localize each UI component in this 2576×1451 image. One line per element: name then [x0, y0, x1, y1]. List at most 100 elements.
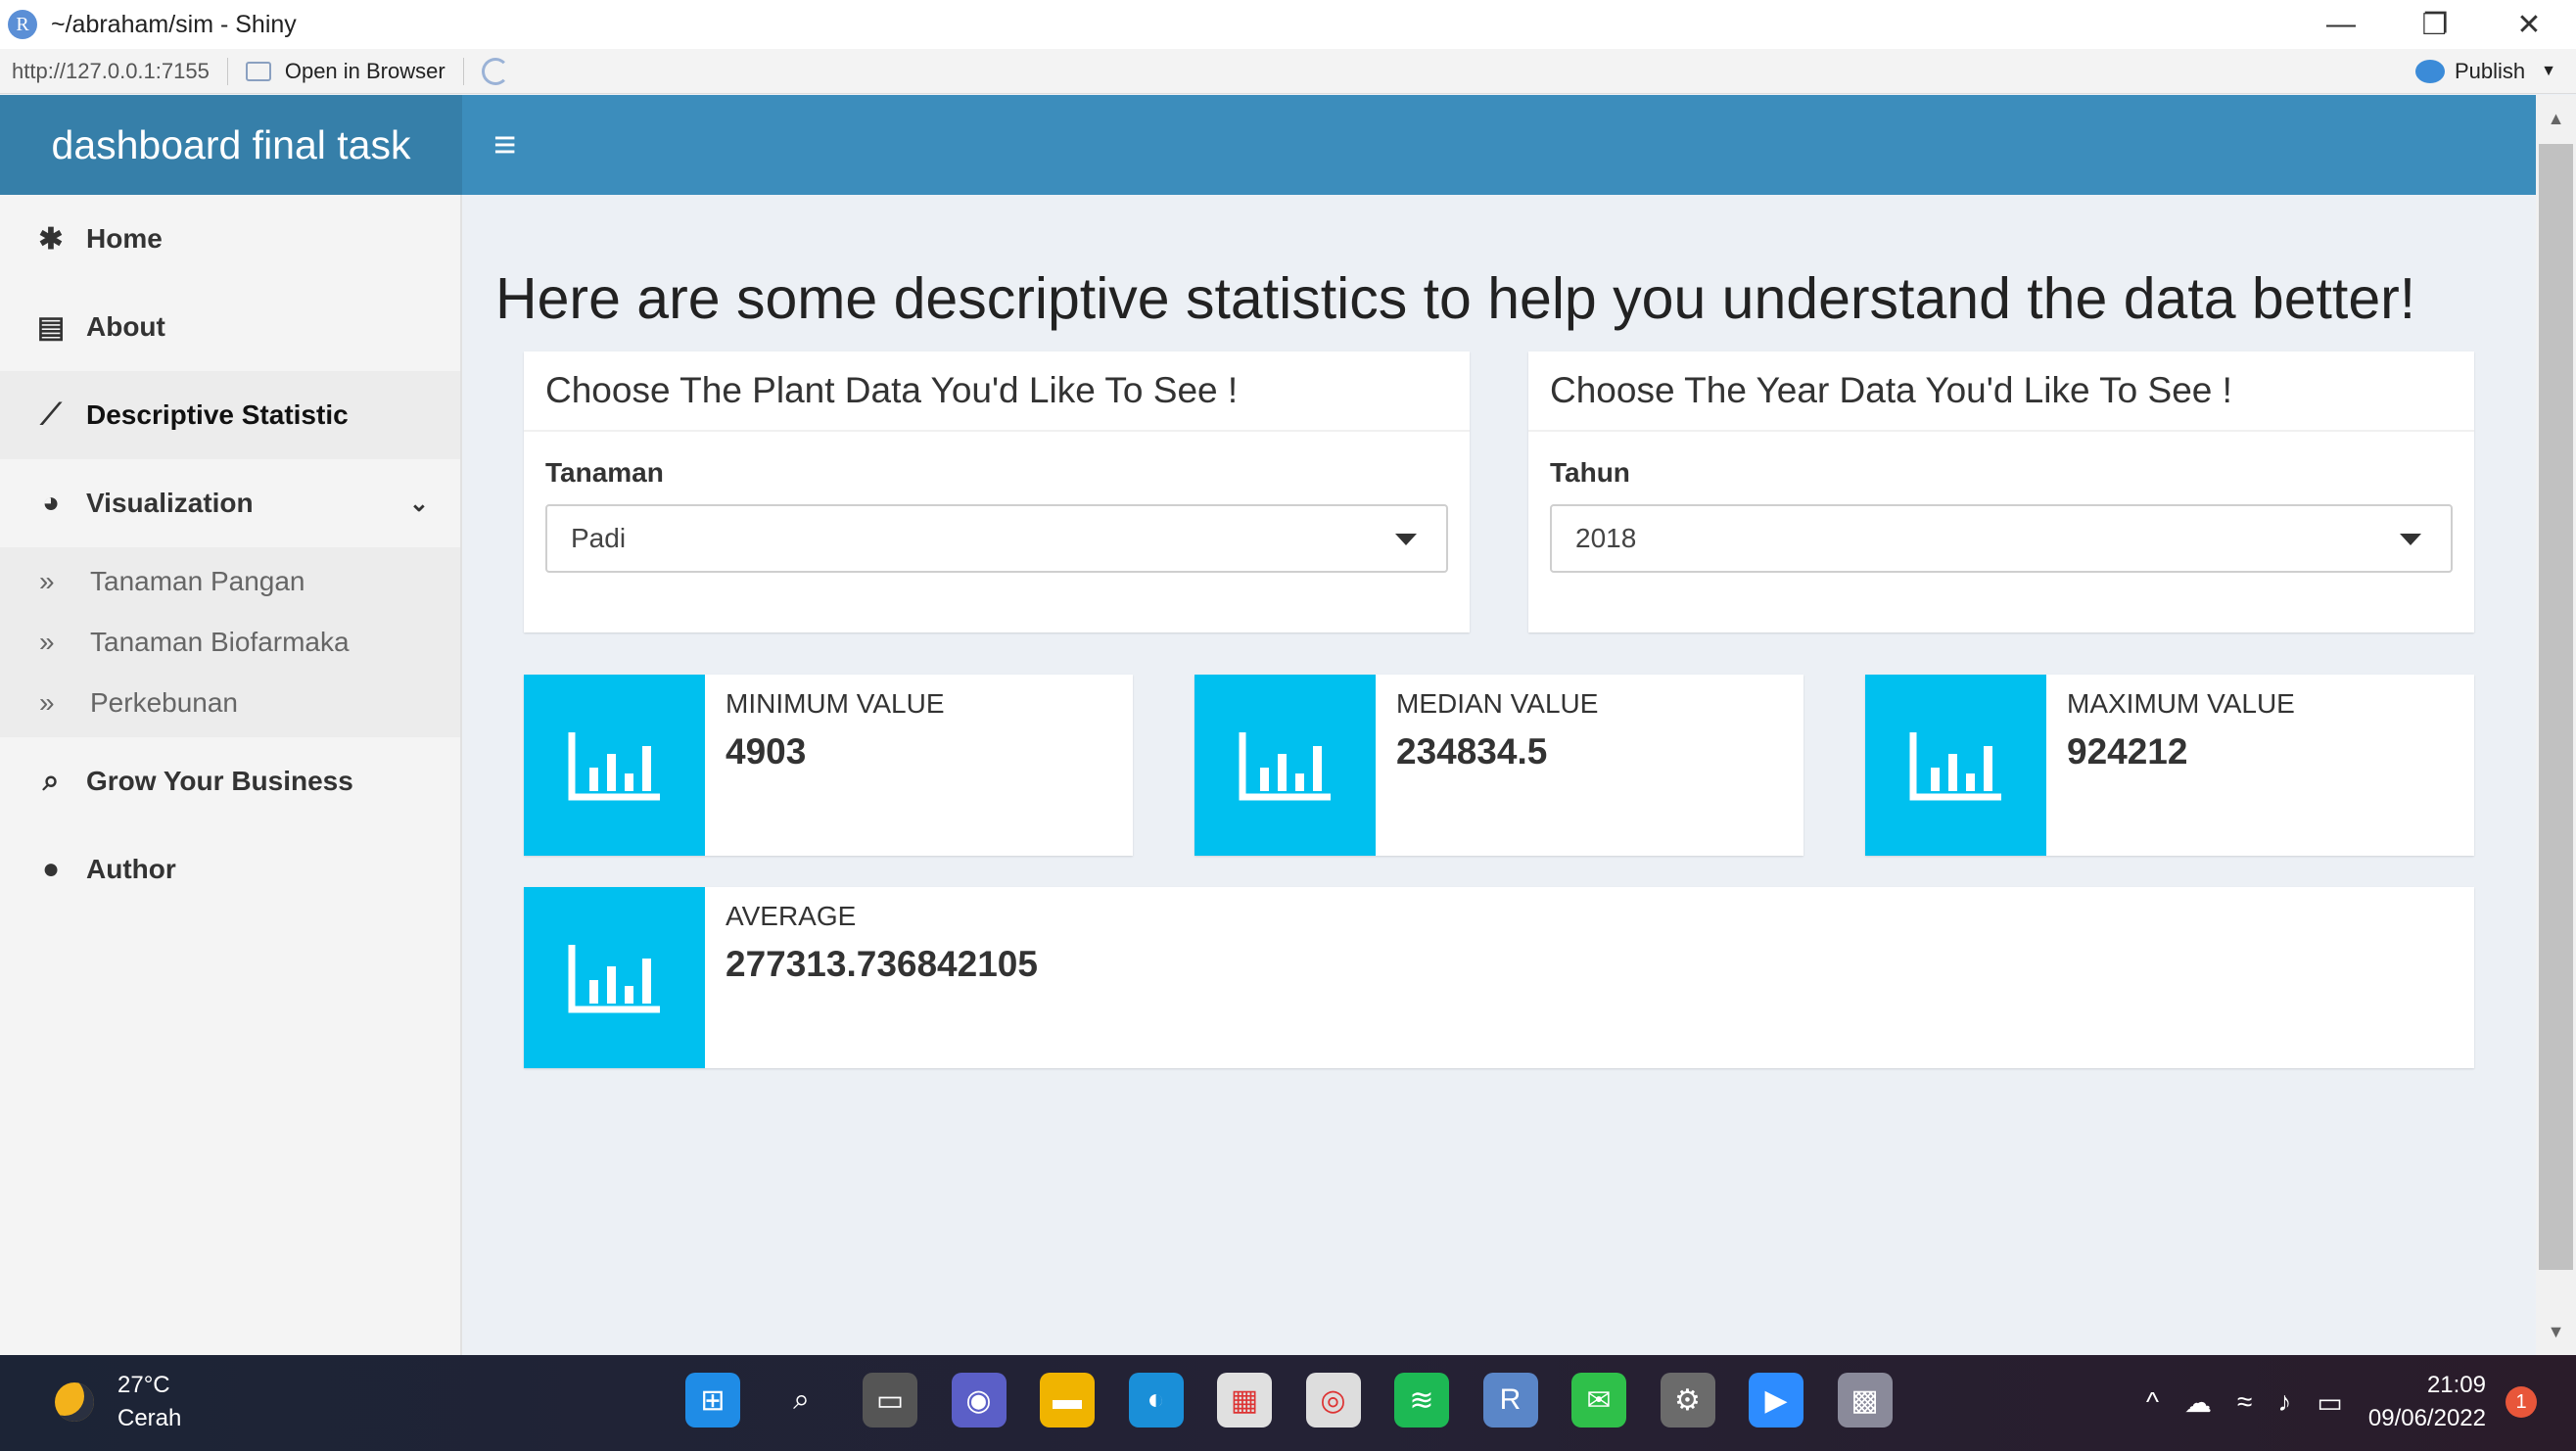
windows-start-icon[interactable]: ⊞	[685, 1373, 740, 1428]
toolbar-divider	[226, 57, 228, 85]
plant-select-label: Tanaman	[545, 457, 664, 488]
asterisk-icon: ✱	[38, 222, 64, 256]
plant-box-header: Choose The Plant Data You'd Like To See …	[524, 351, 1470, 432]
sidebar-item-home[interactable]: ✱ Home	[0, 195, 460, 283]
plant-select-value: Padi	[571, 523, 627, 553]
battery-icon[interactable]: ▭	[2317, 1386, 2342, 1419]
page-scrollbar[interactable]: ▲ ▼	[2536, 95, 2576, 1355]
stat-label: Minimum Value	[726, 688, 945, 719]
settings-gear-icon[interactable]: ⚙	[1660, 1373, 1715, 1428]
window-title: ~/abraham/sim - Shiny	[51, 10, 297, 38]
taskbar-apps: ⊞ ⌕ ▭ ◉ ▬ ◐ ▦ ◎ ≋ R ✉ ⚙ ▶ ▩	[685, 1373, 1926, 1428]
refresh-icon[interactable]	[481, 57, 509, 85]
publish-icon	[2415, 59, 2445, 83]
stat-value: 4903	[726, 731, 807, 772]
sidebar-item-label: Grow Your Business	[86, 766, 353, 796]
plant-select-box: Choose The Plant Data You'd Like To See …	[524, 351, 1470, 632]
chevron-up-icon[interactable]: ^	[2146, 1386, 2159, 1418]
open-in-browser-label: Open in Browser	[284, 58, 445, 83]
sidebar-item-about[interactable]: ▤ About	[0, 283, 460, 371]
hamburger-menu-icon[interactable]: ≡	[493, 123, 516, 167]
scroll-down-icon[interactable]: ▼	[2536, 1312, 2576, 1351]
file-explorer-icon[interactable]: ▬	[1040, 1373, 1095, 1428]
scrollbar-thumb[interactable]	[2539, 144, 2573, 1270]
browser-window-icon	[245, 61, 271, 81]
microsoft-store-icon[interactable]: ▦	[1217, 1373, 1272, 1428]
minimize-button[interactable]: —	[2294, 0, 2388, 49]
window-controls: — ❐ ✕	[2294, 0, 2576, 49]
open-in-browser-button[interactable]: Open in Browser	[245, 58, 445, 84]
notification-badge[interactable]: 1	[2506, 1386, 2537, 1418]
line-messenger-icon[interactable]: ✉	[1571, 1373, 1626, 1428]
address-url[interactable]: http://127.0.0.1:7155	[12, 59, 210, 84]
visualization-submenu: » Tanaman Pangan » Tanaman Biofarmaka » …	[0, 547, 460, 737]
caret-down-icon	[1395, 534, 1417, 545]
user-icon: ●	[41, 853, 61, 885]
taskbar-clock[interactable]: 21:09 09/06/2022	[2368, 1369, 2486, 1435]
year-select-dropdown[interactable]: 2018	[1550, 504, 2453, 573]
chevron-down-icon[interactable]: ▼	[2541, 63, 2556, 80]
windows-taskbar: 27°C Cerah ⊞ ⌕ ▭ ◉ ▬ ◐ ▦ ◎ ≋ R ✉ ⚙ ▶ ▩ ^…	[0, 1355, 2576, 1451]
search-icon[interactable]: ⌕	[774, 1373, 829, 1428]
window-titlebar: R ~/abraham/sim - Shiny — ❐ ✕	[0, 0, 2576, 49]
line-chart-icon: ⟋	[40, 398, 62, 431]
clock-date: 09/06/2022	[2367, 1405, 2486, 1431]
double-chevron-right-icon: »	[39, 566, 55, 596]
close-button[interactable]: ✕	[2482, 0, 2576, 49]
scroll-up-icon[interactable]: ▲	[2536, 99, 2576, 138]
spotify-icon[interactable]: ≋	[1394, 1373, 1449, 1428]
cloud-icon[interactable]: ☁	[2184, 1386, 2212, 1419]
chevron-down-icon: ⌄	[408, 490, 429, 517]
teams-chat-icon[interactable]: ◉	[951, 1373, 1007, 1428]
double-chevron-right-icon: »	[39, 627, 55, 657]
sidebar-subitem-tanaman-pangan[interactable]: » Tanaman Pangan	[0, 551, 460, 612]
sidebar-subitem-label: Tanaman Biofarmaka	[90, 627, 350, 657]
sidebar-item-descriptive-statistic[interactable]: ⟋ Descriptive Statistic	[0, 371, 460, 459]
sidebar-item-visualization[interactable]: ◕ Visualization ⌄	[0, 459, 460, 547]
sidebar-item-label: Visualization	[86, 488, 254, 518]
main-content: Here are some descriptive statistics to …	[464, 195, 2536, 1355]
stat-label: Maximum Value	[2067, 688, 2295, 719]
bar-chart-icon	[524, 887, 705, 1068]
pie-chart-icon: ◕	[41, 487, 61, 519]
sidebar-item-grow-your-business[interactable]: ⌕ Grow Your Business	[0, 737, 460, 825]
sidebar-item-label: Descriptive Statistic	[86, 399, 349, 430]
sidebar-item-label: Author	[86, 854, 176, 884]
book-icon: ▤	[36, 310, 66, 344]
caret-down-icon	[2400, 534, 2421, 545]
viewer-toolbar: http://127.0.0.1:7155 Open in Browser Pu…	[0, 49, 2576, 94]
stat-label: Average	[726, 901, 857, 931]
sidebar-item-label: About	[86, 311, 165, 342]
weather-temperature: 27°C	[117, 1372, 170, 1398]
stat-box-maximum: Maximum Value 924212	[1865, 675, 2474, 856]
publish-button[interactable]: Publish ▼	[2415, 59, 2556, 84]
stat-box-average: Average 277313.736842105	[524, 887, 2474, 1068]
bar-chart-icon	[524, 675, 705, 856]
year-select-value: 2018	[1575, 523, 1637, 553]
restore-button[interactable]: ❐	[2388, 0, 2482, 49]
publish-label: Publish	[2455, 58, 2526, 83]
sidebar-subitem-tanaman-biofarmaka[interactable]: » Tanaman Biofarmaka	[0, 612, 460, 673]
edge-browser-icon[interactable]: ◐	[1128, 1373, 1184, 1428]
sidebar: ✱ Home ▤ About ⟋ Descriptive Statistic ◕…	[0, 195, 462, 1355]
weather-widget[interactable]: 27°C Cerah	[55, 1369, 181, 1435]
double-chevron-right-icon: »	[39, 687, 55, 718]
rstudio-app-icon: R	[8, 10, 37, 39]
calculator-icon[interactable]: ▩	[1837, 1373, 1893, 1428]
stat-label: Median Value	[1396, 688, 1599, 719]
toolbar-divider	[462, 57, 464, 85]
sidebar-subitem-label: Perkebunan	[90, 687, 239, 718]
rstudio-icon[interactable]: R	[1482, 1373, 1538, 1428]
bar-chart-icon	[1194, 675, 1376, 856]
plant-select-dropdown[interactable]: Padi	[545, 504, 1448, 573]
moon-weather-icon	[55, 1382, 94, 1422]
zoom-app-icon[interactable]: ▶	[1749, 1373, 1803, 1428]
volume-icon[interactable]: ♪	[2277, 1386, 2291, 1418]
chrome-browser-icon[interactable]: ◎	[1305, 1373, 1361, 1428]
wifi-icon[interactable]: ≈	[2237, 1386, 2252, 1418]
dashboard-header: dashboard final task ≡	[0, 95, 2536, 195]
sidebar-item-author[interactable]: ● Author	[0, 825, 460, 913]
sidebar-subitem-perkebunan[interactable]: » Perkebunan	[0, 673, 460, 733]
stat-box-minimum: Minimum Value 4903	[524, 675, 1133, 856]
task-view-icon[interactable]: ▭	[863, 1373, 917, 1428]
